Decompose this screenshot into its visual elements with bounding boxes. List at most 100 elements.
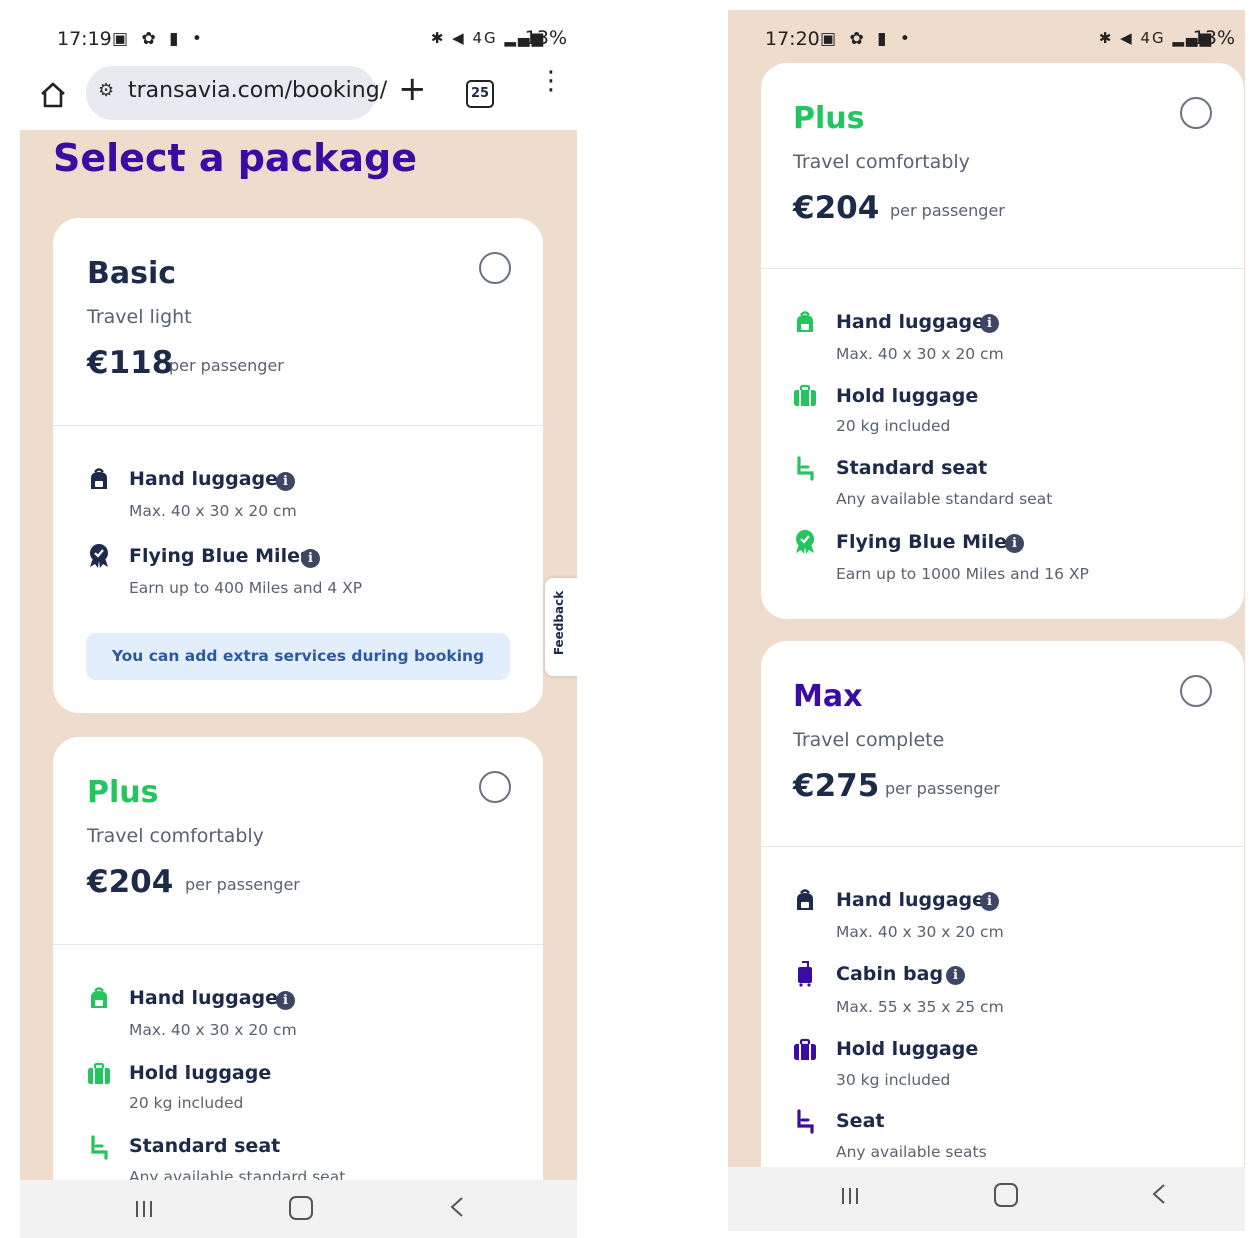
extra-services-note: You can add extra services during bookin… xyxy=(86,633,510,680)
feature-subtitle: Max. 40 x 30 x 20 cm xyxy=(836,345,1004,363)
new-tab-icon[interactable]: + xyxy=(398,72,427,106)
card-divider xyxy=(761,846,1244,847)
address-bar[interactable]: ⚙ transavia.com/booking/ xyxy=(86,66,387,120)
feedback-label: Feedback xyxy=(552,590,567,656)
feature-title: Hold luggage xyxy=(836,1038,979,1060)
status-time: 17:20 xyxy=(765,28,820,50)
status-time: 17:19 xyxy=(57,28,112,50)
feedback-tab[interactable]: Feedback xyxy=(545,578,577,676)
info-icon[interactable]: i xyxy=(980,314,999,333)
seat-icon xyxy=(797,1109,814,1134)
feature-title: Hold luggage xyxy=(129,1062,272,1084)
recent-apps-icon[interactable] xyxy=(840,1187,860,1205)
suitcase-icon xyxy=(794,384,816,406)
per-passenger-label: per passenger xyxy=(890,201,1005,220)
per-passenger-label: per passenger xyxy=(185,875,300,894)
battery-level: 13% xyxy=(524,27,567,49)
feature-title: Flying Blue Miles xyxy=(129,545,312,567)
backpack-icon xyxy=(91,987,107,1008)
suitcase-icon xyxy=(88,1062,110,1084)
url-text: transavia.com/booking/ xyxy=(128,78,388,103)
seat-icon xyxy=(91,1135,108,1160)
per-passenger-label: per passenger xyxy=(885,779,1000,798)
back-icon[interactable] xyxy=(1152,1183,1166,1205)
package-price: €118 xyxy=(87,345,174,381)
feature-subtitle: 30 kg included xyxy=(836,1071,951,1089)
status-bar: 17:20 ▣ ✿ ▮ • ✱ ◀ 4G ▂▄▆ 13% xyxy=(728,10,1245,66)
package-tagline: Travel complete xyxy=(793,729,945,751)
info-icon[interactable]: i xyxy=(301,549,320,568)
package-tagline: Travel comfortably xyxy=(793,151,970,173)
package-tagline: Travel comfortably xyxy=(87,825,264,847)
backpack-icon xyxy=(797,889,813,910)
feature-subtitle: 20 kg included xyxy=(836,417,951,435)
trolley-icon xyxy=(798,961,812,987)
info-icon[interactable]: i xyxy=(980,892,999,911)
feature-title: Hand luggage xyxy=(129,987,279,1009)
package-card-plus[interactable]: Plus Travel comfortably €204 per passeng… xyxy=(761,63,1244,619)
package-name: Plus xyxy=(793,101,865,136)
package-radio[interactable] xyxy=(479,252,511,284)
card-divider xyxy=(53,425,543,426)
feature-title: Standard seat xyxy=(129,1135,281,1157)
feature-title: Standard seat xyxy=(836,457,988,479)
notification-icons: ▣ ✿ ▮ • xyxy=(112,29,206,49)
package-card-plus[interactable]: Plus Travel comfortably €204 per passeng… xyxy=(53,737,543,1238)
package-radio[interactable] xyxy=(479,771,511,803)
back-icon[interactable] xyxy=(450,1196,464,1218)
battery-level: 13% xyxy=(1192,27,1235,49)
notification-icons: ▣ ✿ ▮ • xyxy=(820,29,914,49)
package-radio[interactable] xyxy=(1180,97,1212,129)
backpack-icon xyxy=(797,311,813,332)
feature-subtitle: Max. 40 x 30 x 20 cm xyxy=(129,1021,297,1039)
package-tagline: Travel light xyxy=(87,306,192,328)
feature-subtitle: 20 kg included xyxy=(129,1094,244,1112)
package-name: Basic xyxy=(87,256,177,291)
more-menu-icon[interactable]: ⋮ xyxy=(538,68,564,94)
per-passenger-label: per passenger xyxy=(169,356,284,375)
browser-toolbar: ⚙ transavia.com/booking/ + 25 ⋮ xyxy=(20,66,577,130)
package-card-basic[interactable]: Basic Travel light €118 per passenger Ha… xyxy=(53,218,543,713)
badge-icon xyxy=(90,544,108,568)
info-icon[interactable]: i xyxy=(946,966,965,985)
system-nav-bar xyxy=(20,1180,577,1238)
feature-title: Hold luggage xyxy=(836,385,979,407)
page-title: Select a package xyxy=(53,136,417,180)
home-nav-icon[interactable] xyxy=(289,1196,313,1220)
feature-subtitle: Max. 55 x 35 x 25 cm xyxy=(836,998,1004,1016)
info-icon[interactable]: i xyxy=(276,991,295,1010)
home-nav-icon[interactable] xyxy=(994,1183,1018,1207)
feature-title: Cabin bag xyxy=(836,963,944,985)
package-price: €204 xyxy=(793,190,880,226)
tab-switcher-button[interactable]: 25 xyxy=(466,80,494,108)
feature-title: Hand luggage xyxy=(129,468,279,490)
seat-icon xyxy=(797,456,814,481)
feature-subtitle: Any available seats xyxy=(836,1143,987,1161)
feature-subtitle: Max. 40 x 30 x 20 cm xyxy=(129,502,297,520)
package-name: Max xyxy=(793,679,863,714)
feature-subtitle: Max. 40 x 30 x 20 cm xyxy=(836,923,1004,941)
suitcase-icon xyxy=(794,1038,816,1060)
info-icon[interactable]: i xyxy=(1005,534,1024,553)
status-bar: 17:19 ▣ ✿ ▮ • ✱ ◀ 4G ▂▄▆ 13% xyxy=(20,10,577,66)
badge-icon xyxy=(796,530,814,554)
system-nav-bar xyxy=(728,1167,1245,1231)
home-icon[interactable] xyxy=(38,80,68,110)
feature-subtitle: Earn up to 400 Miles and 4 XP xyxy=(129,579,363,597)
left-screenshot: 17:19 ▣ ✿ ▮ • ✱ ◀ 4G ▂▄▆ 13% ⚙ transavia… xyxy=(20,10,577,1238)
package-price: €275 xyxy=(793,768,880,804)
package-card-max[interactable]: Max Travel complete €275 per passenger H… xyxy=(761,641,1244,1231)
right-screenshot: 17:20 ▣ ✿ ▮ • ✱ ◀ 4G ▂▄▆ 13% Plus Travel… xyxy=(728,10,1245,1231)
info-icon[interactable]: i xyxy=(276,472,295,491)
feature-subtitle: Any available standard seat xyxy=(836,490,1053,508)
feature-title: Hand luggage xyxy=(836,889,986,911)
site-settings-icon[interactable]: ⚙ xyxy=(98,80,114,101)
package-price: €204 xyxy=(87,864,174,900)
package-radio[interactable] xyxy=(1180,675,1212,707)
recent-apps-icon[interactable] xyxy=(134,1200,154,1218)
feature-subtitle: Earn up to 1000 Miles and 16 XP xyxy=(836,565,1089,583)
package-name: Plus xyxy=(87,775,159,810)
feature-title: Hand luggage xyxy=(836,311,986,333)
feature-title: Seat xyxy=(836,1110,885,1132)
backpack-icon xyxy=(91,468,107,489)
